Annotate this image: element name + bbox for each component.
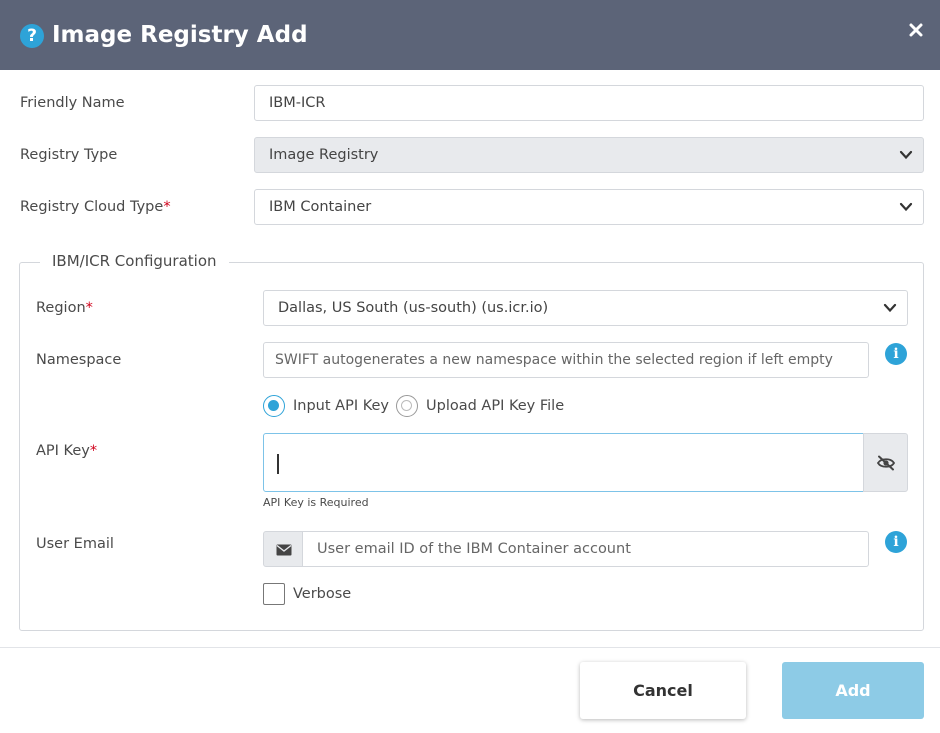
info-icon[interactable]: i <box>885 343 907 365</box>
api-key-label: API Key* <box>36 443 98 459</box>
add-button[interactable]: Add <box>782 662 924 719</box>
fieldset-legend: IBM/ICR Configuration <box>40 250 229 272</box>
user-email-placeholder: User email ID of the IBM Container accou… <box>317 541 631 557</box>
required-marker: * <box>89 443 98 459</box>
chevron-down-icon <box>883 303 897 313</box>
toggle-visibility-button[interactable] <box>863 433 908 492</box>
user-email-label: User Email <box>36 536 114 552</box>
user-email-input[interactable]: User email ID of the IBM Container accou… <box>302 531 869 567</box>
friendly-name-value: IBM-ICR <box>269 95 326 111</box>
text-cursor <box>277 454 279 474</box>
cancel-button[interactable]: Cancel <box>580 662 746 719</box>
dialog-header: ? Image Registry Add <box>0 0 940 70</box>
dialog-title: Image Registry Add <box>52 22 308 48</box>
email-addon <box>263 531 303 567</box>
envelope-icon <box>276 544 292 556</box>
radio-input-api-key[interactable]: Input API Key <box>263 394 389 418</box>
namespace-input[interactable]: SWIFT autogenerates a new namespace with… <box>263 342 869 378</box>
region-label: Region* <box>36 300 93 316</box>
footer-divider <box>0 647 940 648</box>
friendly-name-label: Friendly Name <box>20 95 125 111</box>
api-key-input[interactable] <box>263 433 864 492</box>
chevron-down-icon <box>899 150 913 160</box>
registry-cloud-type-label: Registry Cloud Type* <box>20 199 171 215</box>
namespace-label: Namespace <box>36 352 122 368</box>
registry-type-select[interactable]: Image Registry <box>254 137 924 173</box>
region-value: Dallas, US South (us-south) (us.icr.io) <box>278 300 549 316</box>
radio-upload-api-key-file-label: Upload API Key File <box>426 398 565 414</box>
friendly-name-input[interactable]: IBM-ICR <box>254 85 924 121</box>
registry-type-value: Image Registry <box>269 147 379 163</box>
verbose-label: Verbose <box>293 586 352 602</box>
registry-cloud-type-value: IBM Container <box>269 199 372 215</box>
info-icon[interactable]: i <box>885 531 907 553</box>
verbose-checkbox[interactable] <box>263 583 285 605</box>
registry-type-label: Registry Type <box>20 147 118 163</box>
radio-upload-api-key-file[interactable]: Upload API Key File <box>396 394 564 418</box>
chevron-down-icon <box>899 202 913 212</box>
region-select[interactable]: Dallas, US South (us-south) (us.icr.io) <box>263 290 908 326</box>
radio-selected-indicator <box>263 395 285 417</box>
api-key-error: API Key is Required <box>263 496 369 509</box>
required-marker: * <box>163 199 171 215</box>
close-icon <box>909 23 923 37</box>
radio-input-api-key-label: Input API Key <box>293 398 389 414</box>
required-marker: * <box>85 300 93 316</box>
image-registry-add-dialog: ? Image Registry Add Friendly Name IBM-I… <box>0 0 940 733</box>
close-button[interactable] <box>904 18 928 42</box>
namespace-placeholder: SWIFT autogenerates a new namespace with… <box>275 352 833 368</box>
registry-cloud-type-select[interactable]: IBM Container <box>254 189 924 225</box>
radio-unselected-indicator <box>396 395 418 417</box>
eye-slash-icon <box>876 455 896 471</box>
help-icon[interactable]: ? <box>20 24 44 48</box>
